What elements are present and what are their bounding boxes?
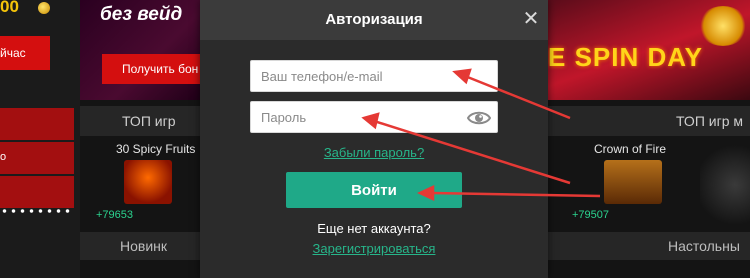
banner-heading: без вейд bbox=[100, 4, 183, 25]
no-account-text: Еще нет аккаунта? bbox=[317, 221, 431, 236]
game-thumbnail[interactable] bbox=[124, 160, 172, 204]
game-title: Crown of Fire bbox=[594, 142, 667, 156]
modal-title: Авторизация bbox=[325, 11, 423, 28]
close-icon[interactable]: ✕ bbox=[522, 9, 540, 29]
table-games-header: Настольны bbox=[548, 232, 750, 260]
game-thumbnail[interactable] bbox=[604, 160, 662, 204]
dot-pattern bbox=[0, 206, 74, 216]
login-modal: Авторизация ✕ Забыли пароль? Войти Еще н… bbox=[200, 0, 548, 278]
eye-icon[interactable] bbox=[467, 109, 491, 127]
bonus-banner[interactable]: без вейд Получить бон bbox=[80, 0, 212, 100]
forgot-password-link[interactable]: Забыли пароль? bbox=[200, 145, 548, 160]
background-decoration bbox=[700, 140, 750, 230]
new-games-header: Новинк bbox=[80, 232, 200, 260]
top-games-header: ТОП игр м bbox=[548, 106, 750, 136]
login-field[interactable] bbox=[250, 60, 498, 92]
get-bonus-button[interactable]: Получить бон bbox=[102, 54, 212, 84]
game-player-count: +79507 bbox=[572, 209, 610, 221]
password-field[interactable] bbox=[250, 101, 498, 133]
left-sidebar: 00 йчас о bbox=[0, 0, 80, 278]
spin-day-banner[interactable]: E SPIN DAY bbox=[548, 0, 750, 100]
top-games-header: ТОП игр bbox=[80, 106, 200, 136]
casino-page: 00 йчас о без вейд Получить бон E SPIN D… bbox=[0, 0, 750, 278]
game-title: 30 Spicy Fruits bbox=[116, 142, 196, 156]
modal-header: Авторизация ✕ bbox=[200, 0, 548, 40]
sidebar-menu-item[interactable] bbox=[0, 108, 74, 140]
banner-heading: E SPIN DAY bbox=[548, 42, 703, 72]
game-player-count: +79653 bbox=[96, 209, 134, 221]
banner-decoration bbox=[698, 6, 748, 46]
sidebar-menu-item[interactable] bbox=[0, 176, 74, 208]
register-link[interactable]: Зарегистрироваться bbox=[200, 241, 548, 256]
balance-fragment: 00 bbox=[0, 0, 19, 16]
login-button[interactable]: Войти bbox=[286, 172, 462, 208]
password-input[interactable] bbox=[251, 102, 497, 132]
coin-icon bbox=[38, 2, 50, 14]
play-now-button[interactable]: йчас bbox=[0, 36, 50, 70]
sidebar-menu-item[interactable]: о bbox=[0, 142, 74, 174]
phone-email-input[interactable] bbox=[251, 61, 497, 91]
